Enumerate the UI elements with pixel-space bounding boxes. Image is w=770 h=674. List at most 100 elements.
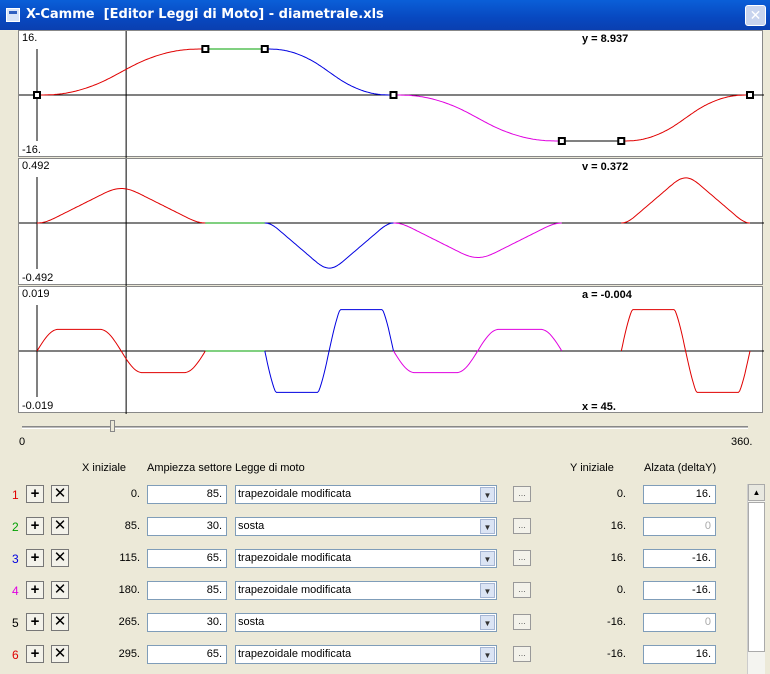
ampiezza-input[interactable]: 30. bbox=[147, 613, 227, 632]
law-options-button[interactable]: ... bbox=[513, 550, 531, 566]
alzata-input[interactable]: -16. bbox=[643, 549, 716, 568]
x-iniziale-value: 85. bbox=[124, 520, 140, 532]
legge-select[interactable]: sosta ▼ bbox=[235, 613, 497, 632]
alzata-input[interactable]: 0 bbox=[643, 613, 716, 632]
add-segment-button[interactable]: + bbox=[26, 485, 44, 503]
dropdown-arrow-icon[interactable]: ▼ bbox=[480, 615, 495, 630]
x-iniziale-value: 265. bbox=[118, 616, 140, 628]
dropdown-arrow-icon[interactable]: ▼ bbox=[480, 583, 495, 598]
a-min-label: -0.019 bbox=[22, 400, 54, 412]
add-segment-button[interactable]: + bbox=[26, 517, 44, 535]
app-window-icon[interactable] bbox=[6, 8, 20, 22]
v-max-label: 0.492 bbox=[22, 160, 50, 172]
legge-select-value: trapezoidale modificata bbox=[238, 552, 352, 564]
alzata-input[interactable]: 16. bbox=[643, 645, 716, 664]
add-segment-button[interactable]: + bbox=[26, 549, 44, 567]
header-x-iniziale: X iniziale bbox=[82, 462, 127, 474]
dropdown-arrow-icon[interactable]: ▼ bbox=[480, 487, 495, 502]
v-segment-curve bbox=[393, 222, 562, 258]
y-iniziale-value: 16. bbox=[610, 520, 626, 532]
add-segment-button[interactable]: + bbox=[26, 581, 44, 599]
table-row: 3 + ✕ 115. 65. trapezoidale modificata ▼... 16.… bbox=[0, 549, 740, 571]
position-curve-svg bbox=[19, 31, 764, 158]
header-alzata: Alzata (deltaY) bbox=[644, 462, 717, 474]
close-button[interactable]: ✕ bbox=[745, 5, 766, 26]
x-iniziale-value: 0. bbox=[130, 488, 140, 500]
table-row: 5 + ✕ 265. 30. sosta ▼... -16. 0 bbox=[0, 613, 740, 635]
law-options-button[interactable]: ... bbox=[513, 646, 531, 662]
y-segment-curve bbox=[621, 94, 750, 142]
alzata-input[interactable]: 0 bbox=[643, 517, 716, 536]
segment-node-handle[interactable] bbox=[617, 137, 626, 145]
legge-select-value: sosta bbox=[238, 616, 265, 628]
segment-number: 1 bbox=[12, 488, 19, 502]
x-iniziale-value: 115. bbox=[119, 552, 140, 564]
segment-node-handle[interactable] bbox=[389, 91, 398, 99]
dropdown-arrow-icon[interactable]: ▼ bbox=[480, 519, 495, 534]
legge-select[interactable]: trapezoidale modificata ▼ bbox=[235, 581, 497, 600]
acceleration-curve-svg bbox=[19, 287, 764, 414]
segment-node-handle[interactable] bbox=[260, 45, 269, 53]
y-iniziale-value: -16. bbox=[607, 616, 626, 628]
segment-node-handle[interactable] bbox=[201, 45, 210, 53]
angle-slider[interactable]: 0 360. bbox=[0, 416, 770, 456]
v-readout: v = 0.372 bbox=[582, 161, 629, 173]
y-iniziale-value: 16. bbox=[610, 552, 626, 564]
header-ampiezza: Ampiezza settore bbox=[147, 462, 232, 474]
slider-thumb[interactable] bbox=[109, 420, 115, 432]
segment-number: 5 bbox=[12, 616, 19, 630]
table-row: 1 + ✕ 0. 85. trapezoidale modificata ▼... 0. 16. bbox=[0, 485, 740, 507]
y-iniziale-value: 0. bbox=[616, 488, 626, 500]
dropdown-arrow-icon[interactable]: ▼ bbox=[480, 647, 495, 662]
slider-max-label: 360. bbox=[731, 436, 753, 448]
alzata-input[interactable]: -16. bbox=[643, 581, 716, 600]
dropdown-arrow-icon[interactable]: ▼ bbox=[480, 551, 495, 566]
slider-track[interactable] bbox=[22, 426, 748, 429]
segment-number: 3 bbox=[12, 552, 19, 566]
title-bar: X-Camme [Editor Leggi di Moto] - diametr… bbox=[0, 0, 770, 30]
segment-node-handle[interactable] bbox=[746, 91, 754, 99]
y-iniziale-value: -16. bbox=[607, 648, 626, 660]
add-segment-button[interactable]: + bbox=[26, 645, 44, 663]
segment-number: 4 bbox=[12, 584, 19, 598]
add-segment-button[interactable]: + bbox=[26, 613, 44, 631]
velocity-curve-svg bbox=[19, 159, 764, 286]
v-min-label: -0.492 bbox=[22, 272, 54, 284]
y-readout: y = 8.937 bbox=[582, 33, 629, 45]
segment-node-handle[interactable] bbox=[33, 91, 41, 99]
table-row: 2 + ✕ 85. 30. sosta ▼... 16. 0 bbox=[0, 517, 740, 539]
ampiezza-input[interactable]: 30. bbox=[147, 517, 227, 536]
legge-select[interactable]: trapezoidale modificata ▼ bbox=[235, 645, 497, 664]
legge-select[interactable]: trapezoidale modificata ▼ bbox=[235, 549, 497, 568]
v-segment-curve bbox=[621, 177, 751, 224]
law-options-button[interactable]: ... bbox=[513, 582, 531, 598]
x-iniziale-value: 295. bbox=[118, 648, 140, 660]
v-segment-curve bbox=[264, 222, 394, 269]
ampiezza-input[interactable]: 85. bbox=[147, 485, 227, 504]
header-y-iniziale: Y iniziale bbox=[570, 462, 614, 474]
law-options-button[interactable]: ... bbox=[513, 486, 531, 502]
acceleration-plot: 0.019 -0.019 a = -0.004 x = 45. bbox=[18, 286, 764, 414]
slider-min-label: 0 bbox=[19, 436, 26, 448]
ampiezza-input[interactable]: 65. bbox=[147, 549, 227, 568]
vertical-scrollbar[interactable]: ▲ bbox=[747, 484, 765, 674]
law-options-button[interactable]: ... bbox=[513, 518, 531, 534]
legge-select-value: sosta bbox=[238, 520, 265, 532]
legge-select[interactable]: sosta ▼ bbox=[235, 517, 497, 536]
legge-select-value: trapezoidale modificata bbox=[238, 584, 352, 596]
law-options-button[interactable]: ... bbox=[513, 614, 531, 630]
scroll-thumb[interactable] bbox=[748, 502, 765, 652]
ampiezza-input[interactable]: 65. bbox=[147, 645, 227, 664]
scroll-up-arrow-icon[interactable]: ▲ bbox=[748, 484, 765, 501]
legge-select-value: trapezoidale modificata bbox=[238, 488, 352, 500]
ampiezza-input[interactable]: 85. bbox=[147, 581, 227, 600]
window-title: X-Camme [Editor Leggi di Moto] - diametr… bbox=[26, 7, 384, 22]
y-iniziale-value: 0. bbox=[616, 584, 626, 596]
v-segment-curve bbox=[37, 188, 206, 224]
segment-node-handle[interactable] bbox=[557, 137, 566, 145]
table-row: 6 + ✕ 295. 65. trapezoidale modificata ▼... -16… bbox=[0, 645, 740, 667]
legge-select[interactable]: trapezoidale modificata ▼ bbox=[235, 485, 497, 504]
velocity-plot: 0.492 -0.492 v = 0.372 bbox=[18, 158, 764, 286]
alzata-input[interactable]: 16. bbox=[643, 485, 716, 504]
y-segment-curve bbox=[393, 94, 562, 142]
